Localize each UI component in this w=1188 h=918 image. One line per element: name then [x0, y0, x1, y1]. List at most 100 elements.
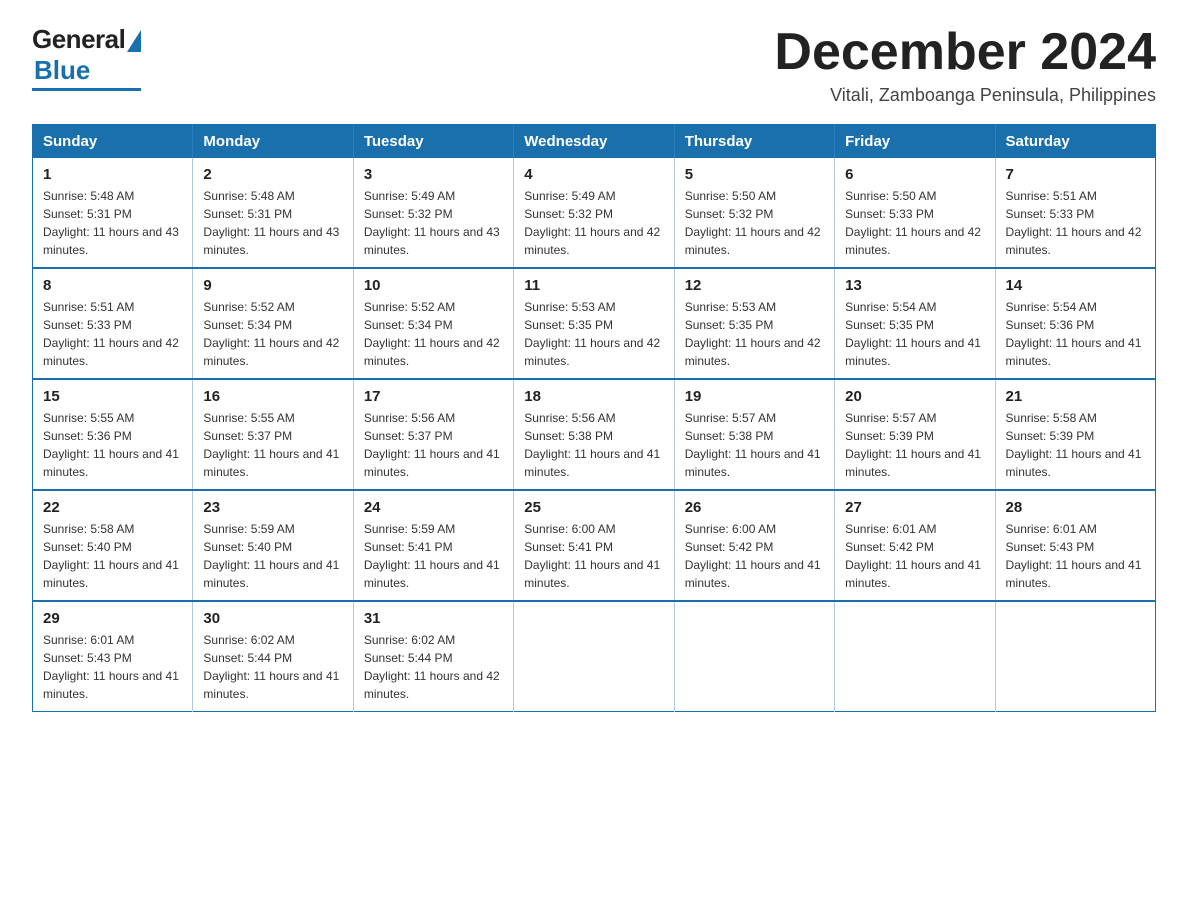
day-info: Sunrise: 5:57 AMSunset: 5:39 PMDaylight:… — [845, 411, 981, 479]
table-row: 28 Sunrise: 6:01 AMSunset: 5:43 PMDaylig… — [995, 490, 1155, 601]
day-info: Sunrise: 5:53 AMSunset: 5:35 PMDaylight:… — [685, 300, 821, 368]
table-row: 5 Sunrise: 5:50 AMSunset: 5:32 PMDayligh… — [674, 158, 834, 268]
table-row — [995, 601, 1155, 712]
table-row: 22 Sunrise: 5:58 AMSunset: 5:40 PMDaylig… — [33, 490, 193, 601]
calendar-header-row: Sunday Monday Tuesday Wednesday Thursday… — [33, 125, 1156, 159]
title-block: December 2024 Vitali, Zamboanga Peninsul… — [774, 24, 1156, 106]
table-row: 6 Sunrise: 5:50 AMSunset: 5:33 PMDayligh… — [835, 158, 995, 268]
day-info: Sunrise: 6:00 AMSunset: 5:41 PMDaylight:… — [524, 522, 660, 590]
day-info: Sunrise: 6:01 AMSunset: 5:43 PMDaylight:… — [1006, 522, 1142, 590]
day-info: Sunrise: 6:01 AMSunset: 5:42 PMDaylight:… — [845, 522, 981, 590]
table-row: 16 Sunrise: 5:55 AMSunset: 5:37 PMDaylig… — [193, 379, 353, 490]
day-info: Sunrise: 5:56 AMSunset: 5:37 PMDaylight:… — [364, 411, 500, 479]
table-row: 2 Sunrise: 5:48 AMSunset: 5:31 PMDayligh… — [193, 158, 353, 268]
day-info: Sunrise: 5:48 AMSunset: 5:31 PMDaylight:… — [43, 189, 179, 257]
day-info: Sunrise: 5:54 AMSunset: 5:36 PMDaylight:… — [1006, 300, 1142, 368]
day-number: 31 — [364, 610, 503, 627]
table-row: 15 Sunrise: 5:55 AMSunset: 5:36 PMDaylig… — [33, 379, 193, 490]
col-wednesday: Wednesday — [514, 125, 674, 159]
table-row: 31 Sunrise: 6:02 AMSunset: 5:44 PMDaylig… — [353, 601, 513, 712]
table-row — [674, 601, 834, 712]
table-row: 17 Sunrise: 5:56 AMSunset: 5:37 PMDaylig… — [353, 379, 513, 490]
day-info: Sunrise: 5:58 AMSunset: 5:39 PMDaylight:… — [1006, 411, 1142, 479]
day-number: 6 — [845, 166, 984, 183]
day-number: 3 — [364, 166, 503, 183]
day-info: Sunrise: 5:59 AMSunset: 5:40 PMDaylight:… — [203, 522, 339, 590]
table-row: 13 Sunrise: 5:54 AMSunset: 5:35 PMDaylig… — [835, 268, 995, 379]
day-info: Sunrise: 5:55 AMSunset: 5:37 PMDaylight:… — [203, 411, 339, 479]
day-info: Sunrise: 5:54 AMSunset: 5:35 PMDaylight:… — [845, 300, 981, 368]
day-number: 26 — [685, 499, 824, 516]
day-number: 25 — [524, 499, 663, 516]
logo-triangle-icon — [127, 30, 141, 52]
day-number: 18 — [524, 388, 663, 405]
col-tuesday: Tuesday — [353, 125, 513, 159]
calendar-week-row: 1 Sunrise: 5:48 AMSunset: 5:31 PMDayligh… — [33, 158, 1156, 268]
table-row: 8 Sunrise: 5:51 AMSunset: 5:33 PMDayligh… — [33, 268, 193, 379]
table-row: 24 Sunrise: 5:59 AMSunset: 5:41 PMDaylig… — [353, 490, 513, 601]
calendar-week-row: 8 Sunrise: 5:51 AMSunset: 5:33 PMDayligh… — [33, 268, 1156, 379]
table-row: 12 Sunrise: 5:53 AMSunset: 5:35 PMDaylig… — [674, 268, 834, 379]
day-info: Sunrise: 5:53 AMSunset: 5:35 PMDaylight:… — [524, 300, 660, 368]
table-row: 19 Sunrise: 5:57 AMSunset: 5:38 PMDaylig… — [674, 379, 834, 490]
table-row: 27 Sunrise: 6:01 AMSunset: 5:42 PMDaylig… — [835, 490, 995, 601]
day-number: 1 — [43, 166, 182, 183]
table-row: 21 Sunrise: 5:58 AMSunset: 5:39 PMDaylig… — [995, 379, 1155, 490]
day-number: 19 — [685, 388, 824, 405]
page-header: General Blue December 2024 Vitali, Zambo… — [32, 24, 1156, 106]
day-number: 21 — [1006, 388, 1145, 405]
col-thursday: Thursday — [674, 125, 834, 159]
day-info: Sunrise: 5:58 AMSunset: 5:40 PMDaylight:… — [43, 522, 179, 590]
day-number: 16 — [203, 388, 342, 405]
day-number: 8 — [43, 277, 182, 294]
day-info: Sunrise: 6:02 AMSunset: 5:44 PMDaylight:… — [203, 633, 339, 701]
day-info: Sunrise: 5:59 AMSunset: 5:41 PMDaylight:… — [364, 522, 500, 590]
day-number: 20 — [845, 388, 984, 405]
table-row: 4 Sunrise: 5:49 AMSunset: 5:32 PMDayligh… — [514, 158, 674, 268]
day-number: 2 — [203, 166, 342, 183]
table-row — [835, 601, 995, 712]
table-row: 25 Sunrise: 6:00 AMSunset: 5:41 PMDaylig… — [514, 490, 674, 601]
day-number: 14 — [1006, 277, 1145, 294]
day-info: Sunrise: 5:50 AMSunset: 5:33 PMDaylight:… — [845, 189, 981, 257]
logo-blue-text: Blue — [34, 55, 90, 86]
day-number: 10 — [364, 277, 503, 294]
table-row: 14 Sunrise: 5:54 AMSunset: 5:36 PMDaylig… — [995, 268, 1155, 379]
day-info: Sunrise: 5:51 AMSunset: 5:33 PMDaylight:… — [43, 300, 179, 368]
day-number: 12 — [685, 277, 824, 294]
day-number: 4 — [524, 166, 663, 183]
day-number: 29 — [43, 610, 182, 627]
day-number: 5 — [685, 166, 824, 183]
table-row: 7 Sunrise: 5:51 AMSunset: 5:33 PMDayligh… — [995, 158, 1155, 268]
col-friday: Friday — [835, 125, 995, 159]
day-number: 30 — [203, 610, 342, 627]
table-row: 3 Sunrise: 5:49 AMSunset: 5:32 PMDayligh… — [353, 158, 513, 268]
day-number: 17 — [364, 388, 503, 405]
calendar-table: Sunday Monday Tuesday Wednesday Thursday… — [32, 124, 1156, 712]
day-number: 23 — [203, 499, 342, 516]
table-row: 23 Sunrise: 5:59 AMSunset: 5:40 PMDaylig… — [193, 490, 353, 601]
day-number: 15 — [43, 388, 182, 405]
table-row: 20 Sunrise: 5:57 AMSunset: 5:39 PMDaylig… — [835, 379, 995, 490]
day-info: Sunrise: 5:52 AMSunset: 5:34 PMDaylight:… — [203, 300, 339, 368]
table-row: 1 Sunrise: 5:48 AMSunset: 5:31 PMDayligh… — [33, 158, 193, 268]
col-saturday: Saturday — [995, 125, 1155, 159]
day-number: 27 — [845, 499, 984, 516]
day-number: 7 — [1006, 166, 1145, 183]
calendar-week-row: 15 Sunrise: 5:55 AMSunset: 5:36 PMDaylig… — [33, 379, 1156, 490]
calendar-week-row: 22 Sunrise: 5:58 AMSunset: 5:40 PMDaylig… — [33, 490, 1156, 601]
day-number: 13 — [845, 277, 984, 294]
day-number: 22 — [43, 499, 182, 516]
logo: General Blue — [32, 24, 141, 91]
day-info: Sunrise: 5:56 AMSunset: 5:38 PMDaylight:… — [524, 411, 660, 479]
day-info: Sunrise: 5:51 AMSunset: 5:33 PMDaylight:… — [1006, 189, 1142, 257]
day-info: Sunrise: 5:55 AMSunset: 5:36 PMDaylight:… — [43, 411, 179, 479]
logo-general-text: General — [32, 24, 125, 55]
calendar-week-row: 29 Sunrise: 6:01 AMSunset: 5:43 PMDaylig… — [33, 601, 1156, 712]
day-info: Sunrise: 5:50 AMSunset: 5:32 PMDaylight:… — [685, 189, 821, 257]
table-row: 18 Sunrise: 5:56 AMSunset: 5:38 PMDaylig… — [514, 379, 674, 490]
table-row: 10 Sunrise: 5:52 AMSunset: 5:34 PMDaylig… — [353, 268, 513, 379]
day-info: Sunrise: 6:00 AMSunset: 5:42 PMDaylight:… — [685, 522, 821, 590]
day-number: 28 — [1006, 499, 1145, 516]
logo-underline — [32, 88, 141, 91]
